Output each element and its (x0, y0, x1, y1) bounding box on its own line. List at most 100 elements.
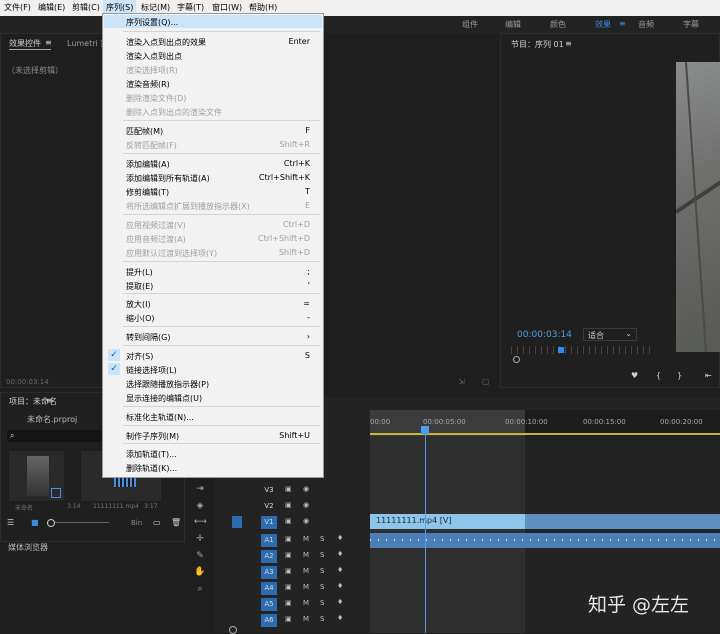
program-timecode[interactable]: 00:00:03:14 (517, 330, 572, 340)
bin-label[interactable]: Bin (131, 519, 142, 527)
mic-icon[interactable]: ♦ (337, 614, 343, 622)
workspace-audio[interactable]: 音频 (638, 19, 654, 30)
mute-button[interactable]: M (303, 567, 309, 575)
menu-item[interactable]: 提升(L); (104, 265, 322, 278)
slip-icon[interactable]: ✛ (194, 534, 206, 546)
menu-item[interactable]: 放大(I) = (104, 297, 322, 310)
menu-item[interactable]: 对齐(S) S ✓ (104, 349, 322, 362)
hand-icon[interactable]: ✋ (194, 567, 206, 579)
toggle-output-icon[interactable]: ▣ (285, 501, 292, 509)
mute-button[interactable]: M (303, 583, 309, 591)
ripple-edit-icon[interactable]: ◈ (194, 501, 206, 513)
menu-item[interactable]: 制作子序列(M) Shift+U (104, 429, 322, 442)
menu-window[interactable]: 窗口(W) (212, 2, 242, 13)
mute-button[interactable]: M (303, 615, 309, 623)
mute-button[interactable]: M (303, 535, 309, 543)
tab-media-browser[interactable]: 媒体浏览器 (8, 542, 48, 553)
sync-lock-icon[interactable]: ▣ (285, 599, 292, 607)
menu-item[interactable]: 添加轨道(T)... (104, 447, 322, 460)
menu-file[interactable]: 文件(F) (4, 2, 31, 13)
mark-out-icon[interactable]: } (677, 371, 682, 380)
solo-button[interactable]: S (320, 567, 324, 575)
menu-edit[interactable]: 编辑(E) (38, 2, 65, 13)
sync-lock-icon[interactable]: ▣ (285, 535, 292, 543)
sync-lock-icon[interactable]: ▣ (285, 551, 292, 559)
settings-icon[interactable]: ▢ (482, 377, 490, 386)
eye-icon[interactable]: ◉ (303, 517, 309, 525)
mic-icon[interactable]: ♦ (337, 582, 343, 590)
menu-item[interactable]: 标准化主轨道(N)... (104, 410, 322, 423)
program-zoom-handle[interactable] (513, 356, 520, 363)
toggle-output-icon[interactable]: ▣ (285, 485, 292, 493)
solo-button[interactable]: S (320, 615, 324, 623)
mute-button[interactable]: M (303, 551, 309, 559)
panel-menu-icon[interactable]: ≡ (45, 38, 52, 47)
track-label[interactable]: A6 (261, 614, 277, 627)
menu-marker[interactable]: 标记(M) (141, 2, 170, 13)
menu-item[interactable]: 链接选择项(L) ✓ (104, 363, 322, 376)
workspace-menu-icon[interactable]: ≡ (619, 19, 626, 28)
workspace-assembly[interactable]: 组件 (462, 19, 478, 30)
program-time-ruler[interactable] (511, 346, 651, 354)
eye-icon[interactable]: ◉ (303, 485, 309, 493)
menu-item[interactable]: 删除轨道(K)... (104, 461, 322, 474)
sync-lock-icon[interactable]: ▣ (285, 615, 292, 623)
menu-item[interactable]: 缩小(O) - (104, 311, 322, 324)
list-view-icon[interactable]: ☰ (7, 518, 14, 527)
menu-item[interactable]: 序列设置(Q)... (104, 15, 322, 28)
icon-view-icon[interactable]: ■ (31, 518, 39, 527)
mic-icon[interactable]: ♦ (337, 534, 343, 542)
sync-lock-icon[interactable]: ▣ (285, 583, 292, 591)
new-bin-icon[interactable]: ▭ (153, 518, 161, 527)
track-label[interactable]: V1 (261, 516, 277, 529)
mic-icon[interactable]: ♦ (337, 566, 343, 574)
tab-effect-controls[interactable]: 效果控件 (9, 38, 41, 49)
track-label[interactable]: V3 (261, 484, 277, 497)
track-label[interactable]: A2 (261, 550, 277, 563)
menu-item[interactable]: 转到间隔(G) › (104, 330, 322, 343)
delete-icon[interactable]: 🗑 (171, 518, 181, 527)
export-frame-icon[interactable]: ⇲ (458, 377, 465, 386)
program-menu-icon[interactable]: ≡ (565, 39, 572, 48)
workspace-titles[interactable]: 字幕 (683, 19, 699, 30)
playhead-line[interactable] (425, 427, 426, 633)
track-label[interactable]: V2 (261, 500, 277, 513)
fit-dropdown[interactable]: 适合 ⌄ (583, 328, 637, 341)
menu-item[interactable]: 添加编辑到所有轨道(A) Ctrl+Shift+K (104, 171, 322, 184)
project-item-sequence[interactable] (9, 451, 64, 501)
menu-item[interactable]: 提取(E) ' (104, 279, 322, 292)
menu-item[interactable]: 渲染入点到出点 (104, 49, 322, 62)
rolling-edit-icon[interactable]: ⟷ (194, 517, 207, 529)
project-menu-icon[interactable]: ≡ (46, 396, 53, 405)
solo-button[interactable]: S (320, 583, 324, 591)
mic-icon[interactable]: ♦ (337, 598, 343, 606)
program-playhead[interactable] (558, 347, 564, 353)
track-label[interactable]: A5 (261, 598, 277, 611)
track-label[interactable]: A1 (261, 534, 277, 547)
menu-item[interactable]: 渲染入点到出点的效果 Enter (104, 35, 322, 48)
pen-icon[interactable]: ✎ (194, 551, 206, 563)
eye-icon[interactable]: ◉ (303, 501, 309, 509)
add-marker-icon[interactable]: ♥ (631, 371, 638, 380)
video-clip[interactable]: 11111111.mp4 [V] (370, 514, 720, 529)
menu-item[interactable]: 渲染音频(R) (104, 77, 322, 90)
toggle-output-icon[interactable]: ▣ (285, 517, 292, 525)
audio-clip-a1[interactable] (370, 533, 720, 548)
solo-button[interactable]: S (320, 599, 324, 607)
source-patch-v1[interactable] (232, 516, 242, 528)
track-label[interactable]: A4 (261, 582, 277, 595)
track-label[interactable]: A3 (261, 566, 277, 579)
zoom-slider-handle[interactable] (47, 519, 55, 527)
program-monitor-title[interactable]: 节目：序列 01 (511, 39, 564, 50)
menu-item[interactable]: 修剪编辑(T) T (104, 185, 322, 198)
sync-lock-icon[interactable]: ▣ (285, 567, 292, 575)
menu-item[interactable]: 添加编辑(A) Ctrl+K (104, 157, 322, 170)
go-to-in-icon[interactable]: ⇤ (705, 371, 712, 380)
menu-item[interactable]: 选择跟随播放指示器(P) (104, 377, 322, 390)
workspace-effects[interactable]: 效果 (595, 19, 611, 30)
menu-item[interactable]: 匹配帧(M) F (104, 124, 322, 137)
mute-button[interactable]: M (303, 599, 309, 607)
solo-button[interactable]: S (320, 551, 324, 559)
track-select-icon[interactable]: ⇥ (194, 484, 206, 496)
menu-item[interactable]: 显示连接的编辑点(U) (104, 391, 322, 404)
